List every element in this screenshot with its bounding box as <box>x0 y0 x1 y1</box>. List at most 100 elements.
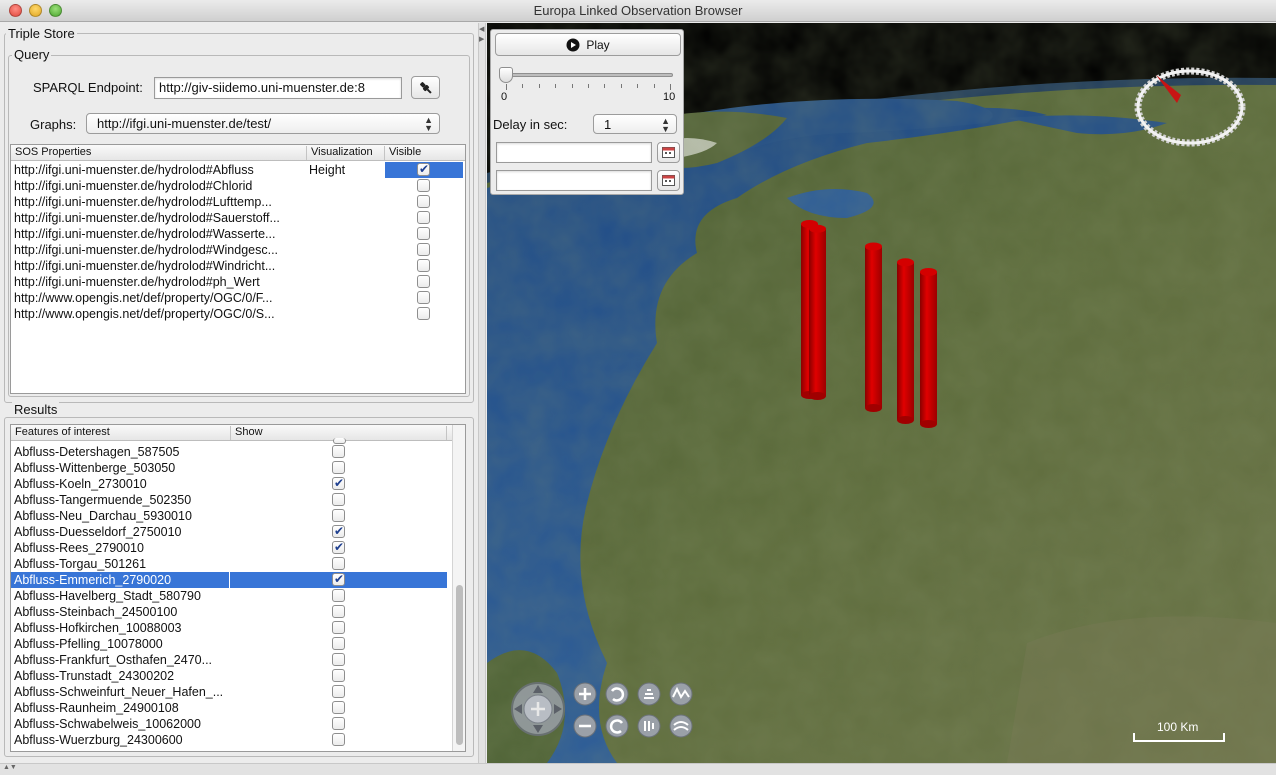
sos-visualization-cell[interactable] <box>307 178 385 194</box>
show-checkbox[interactable] <box>332 701 345 714</box>
sos-col-visible[interactable]: Visible <box>385 146 465 160</box>
observation-bar[interactable] <box>897 258 914 424</box>
show-checkbox[interactable] <box>332 524 345 539</box>
sos-visualization-cell[interactable] <box>307 242 385 258</box>
visible-checkbox[interactable] <box>417 162 430 177</box>
date-from-input[interactable] <box>496 142 652 163</box>
sparql-endpoint-input[interactable]: http://giv-siidemo.uni-muenster.de:8 <box>154 77 402 99</box>
results-table-row[interactable]: Abfluss-Trunstadt_24300202 <box>11 668 447 684</box>
show-checkbox[interactable] <box>333 438 346 444</box>
results-col-features[interactable]: Features of interest <box>11 426 231 440</box>
visible-checkbox[interactable] <box>417 243 430 256</box>
show-checkbox[interactable] <box>332 557 345 570</box>
sos-col-visualization[interactable]: Visualization <box>307 146 385 160</box>
sos-table-row[interactable]: http://www.opengis.net/def/property/OGC/… <box>11 290 465 306</box>
split-pane-divider[interactable]: ◀ ▶ <box>478 23 486 763</box>
observation-bar[interactable] <box>920 268 937 428</box>
sos-visualization-cell[interactable] <box>307 258 385 274</box>
slider-thumb[interactable] <box>499 67 513 83</box>
zoom-in-icon[interactable] <box>573 682 597 706</box>
results-table-row[interactable]: Abfluss-Pfelling_10078000 <box>11 636 447 652</box>
show-checkbox[interactable] <box>332 540 345 555</box>
show-checkbox[interactable] <box>332 509 345 522</box>
visible-checkbox[interactable] <box>417 179 430 192</box>
terrain-down-icon[interactable] <box>669 714 693 738</box>
show-checkbox[interactable] <box>332 572 345 587</box>
bottom-split-divider[interactable]: ▲▼ <box>0 763 1276 775</box>
show-checkbox[interactable] <box>332 717 345 730</box>
sos-table-row[interactable]: http://ifgi.uni-muenster.de/hydrolod#Win… <box>11 258 465 274</box>
sos-visualization-cell[interactable] <box>307 194 385 210</box>
results-scroll-thumb[interactable] <box>456 585 463 745</box>
results-table-row[interactable]: Abfluss-Schweinfurt_Neuer_Hafen_... <box>11 684 447 700</box>
sos-table-row[interactable]: http://ifgi.uni-muenster.de/hydrolod#Luf… <box>11 194 465 210</box>
visible-checkbox[interactable] <box>417 259 430 272</box>
delay-select[interactable]: 1 ▲ ▼ <box>593 114 677 134</box>
zoom-out-icon[interactable] <box>573 714 597 738</box>
show-checkbox[interactable] <box>332 493 345 506</box>
visible-checkbox[interactable] <box>417 307 430 320</box>
date-from-picker-button[interactable] <box>657 142 680 163</box>
rotate-left-icon[interactable] <box>605 682 629 706</box>
results-table-row[interactable]: Abfluss-Frankfurt_Osthafen_2470... <box>11 652 447 668</box>
results-table-row[interactable]: Abfluss-Steinbach_24500100 <box>11 604 447 620</box>
divider-up-arrow-icon[interactable]: ▲▼ <box>3 764 17 771</box>
divider-left-arrow-icon[interactable]: ◀ <box>479 25 484 33</box>
date-to-input[interactable] <box>496 170 652 191</box>
show-checkbox[interactable] <box>332 637 345 650</box>
play-button[interactable]: Play <box>495 33 681 56</box>
show-checkbox[interactable] <box>332 669 345 682</box>
visible-checkbox[interactable] <box>417 195 430 208</box>
show-checkbox[interactable] <box>332 589 345 602</box>
time-slider[interactable] <box>499 67 673 91</box>
rotate-right-icon[interactable] <box>605 714 629 738</box>
results-table-row[interactable]: Abfluss-Wuerzburg_24300600 <box>11 732 447 748</box>
results-table-row[interactable]: Abfluss-Neu_Darchau_5930010 <box>11 508 447 524</box>
sos-table-row[interactable]: http://ifgi.uni-muenster.de/hydrolod#Sau… <box>11 210 465 226</box>
visible-checkbox[interactable] <box>417 275 430 288</box>
terrain-up-icon[interactable] <box>669 682 693 706</box>
divider-right-arrow-icon[interactable]: ▶ <box>479 35 484 43</box>
results-table-row[interactable]: Abfluss-Detershagen_587505 <box>11 444 447 460</box>
sos-visualization-cell[interactable]: Height <box>307 162 385 178</box>
show-checkbox[interactable] <box>332 461 345 474</box>
sos-visualization-cell[interactable] <box>307 226 385 242</box>
results-table-row[interactable]: Abfluss-Torgau_501261 <box>11 556 447 572</box>
results-table-row[interactable]: Abfluss-Koeln_2730010 <box>11 476 447 492</box>
sos-visualization-cell[interactable] <box>307 306 385 322</box>
show-checkbox[interactable] <box>332 476 345 491</box>
visible-checkbox[interactable] <box>417 211 430 224</box>
pan-control-icon[interactable] <box>511 682 565 736</box>
results-table-row[interactable]: Abfluss-Hofkirchen_10088003 <box>11 620 447 636</box>
results-table-row[interactable]: Abfluss-Rees_2790010 <box>11 540 447 556</box>
tilt-up-icon[interactable] <box>637 682 661 706</box>
show-checkbox[interactable] <box>332 605 345 618</box>
results-table-row[interactable]: Abfluss-Duesseldorf_2750010 <box>11 524 447 540</box>
date-to-picker-button[interactable] <box>657 170 680 191</box>
show-checkbox[interactable] <box>332 685 345 698</box>
sos-table-row[interactable]: http://ifgi.uni-muenster.de/hydrolod#Chl… <box>11 178 465 194</box>
sos-visualization-cell[interactable] <box>307 210 385 226</box>
results-table-row[interactable]: Abfluss-Emmerich_2790020 <box>11 572 447 588</box>
visible-checkbox[interactable] <box>417 227 430 240</box>
sos-col-properties[interactable]: SOS Properties <box>11 146 307 160</box>
show-checkbox[interactable] <box>332 653 345 666</box>
results-table-row[interactable]: Abfluss-Tangermuende_502350 <box>11 492 447 508</box>
observation-bar[interactable] <box>865 242 882 413</box>
results-table-row[interactable]: Abfluss-Schwabelweis_10062000 <box>11 716 447 732</box>
tilt-down-icon[interactable] <box>637 714 661 738</box>
visible-checkbox[interactable] <box>417 291 430 304</box>
results-table-row[interactable]: Abfluss-Wittenberge_503050 <box>11 460 447 476</box>
sos-table-row[interactable]: http://ifgi.uni-muenster.de/hydrolod#ph_… <box>11 274 465 290</box>
sos-visualization-cell[interactable] <box>307 290 385 306</box>
observation-bar[interactable] <box>809 224 826 400</box>
results-table-row[interactable]: Abfluss-Havelberg_Stadt_580790 <box>11 588 447 604</box>
connect-button[interactable] <box>411 76 440 99</box>
results-scrollbar[interactable] <box>452 425 465 751</box>
results-table-row[interactable]: Abfluss-Raunheim_24900108 <box>11 700 447 716</box>
graphs-select[interactable]: http://ifgi.uni-muenster.de/test/ ▲ ▼ <box>86 113 440 134</box>
sos-table-row[interactable]: http://ifgi.uni-muenster.de/hydrolod#Abf… <box>11 162 465 178</box>
sos-visualization-cell[interactable] <box>307 274 385 290</box>
sos-table-row[interactable]: http://ifgi.uni-muenster.de/hydrolod#Win… <box>11 242 465 258</box>
sos-table-row[interactable]: http://www.opengis.net/def/property/OGC/… <box>11 306 465 322</box>
